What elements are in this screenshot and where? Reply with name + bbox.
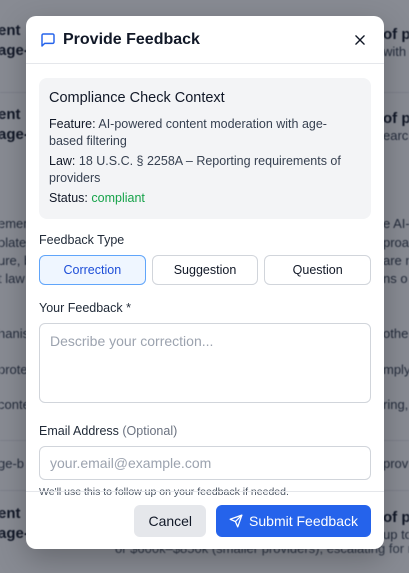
feedback-type-label: Feedback Type	[39, 233, 125, 247]
law-value: 18 U.S.C. § 2258A – Reporting requiremen…	[49, 154, 341, 185]
feedback-type-question-button[interactable]: Question	[264, 255, 372, 285]
close-icon	[355, 34, 365, 45]
send-icon	[229, 514, 243, 527]
feedback-type-correction-button[interactable]: Correction	[39, 255, 146, 285]
context-status: Status: compliant	[49, 190, 361, 207]
status-value: compliant	[91, 191, 145, 205]
modal-body: Compliance Check Context Feature: AI-pow…	[26, 64, 384, 499]
context-title: Compliance Check Context	[49, 90, 225, 106]
context-box: Compliance Check Context Feature: AI-pow…	[39, 78, 371, 219]
close-button[interactable]	[349, 29, 371, 51]
feedback-textarea[interactable]	[39, 323, 371, 403]
your-feedback-label: Your Feedback *	[39, 301, 131, 315]
context-feature: Feature: AI-powered content moderation w…	[49, 116, 361, 150]
email-input[interactable]	[39, 446, 371, 480]
email-label: Email Address	[39, 424, 119, 438]
law-label: Law:	[49, 154, 76, 168]
modal-header: Provide Feedback	[26, 16, 384, 64]
submit-feedback-button[interactable]: Submit Feedback	[216, 504, 371, 537]
email-label-row: Email Address (Optional)	[39, 424, 371, 438]
submit-button-label: Submit Feedback	[249, 512, 358, 529]
status-label: Status:	[49, 191, 88, 205]
feature-label: Feature:	[49, 117, 96, 131]
cancel-button[interactable]: Cancel	[134, 504, 207, 537]
modal-title: Provide Feedback	[63, 30, 200, 48]
message-square-icon	[39, 31, 57, 49]
feedback-type-suggestion-button[interactable]: Suggestion	[151, 255, 259, 285]
feedback-type-group: Correction Suggestion Question	[39, 255, 372, 285]
context-law: Law: 18 U.S.C. § 2258A – Reporting requi…	[49, 153, 361, 187]
feedback-modal: Provide Feedback Compliance Check Contex…	[26, 16, 384, 549]
email-optional-label: (Optional)	[122, 424, 178, 438]
modal-footer: Cancel Submit Feedback	[26, 491, 384, 549]
